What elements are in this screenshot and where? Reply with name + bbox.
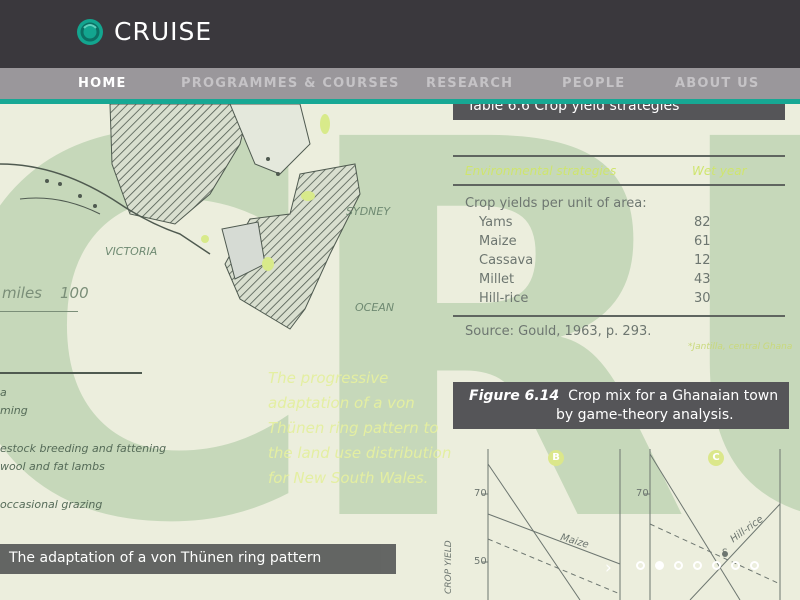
- table-source: Source: Gould, 1963, p. 293.: [465, 324, 652, 339]
- table-title-bar: Table 6.6 Crop yield strategies: [453, 104, 785, 120]
- table-row-crop: Hill-rice: [479, 291, 529, 306]
- table-title: Table 6.6 Crop yield strategies: [467, 104, 680, 114]
- table-row-crop: Yams: [479, 215, 513, 230]
- table-row-value: 43: [694, 272, 711, 287]
- legend-item: occasional grazing: [0, 498, 103, 511]
- table-row-value: 30: [694, 291, 711, 306]
- slider-dot[interactable]: [712, 561, 721, 570]
- nav-programmes-courses[interactable]: PROGRAMMES & COURSES: [181, 68, 400, 99]
- legend-item: wool and fat lambs: [0, 460, 105, 473]
- table-row-crop: Maize: [479, 234, 517, 249]
- graph-point-label: S: [722, 548, 728, 558]
- table-rule: [453, 315, 785, 317]
- scale-unit: miles: [2, 284, 42, 302]
- top-bar: CRUISE: [0, 0, 800, 68]
- graph-label-b: B: [548, 450, 564, 466]
- table-row-value: 12: [694, 253, 711, 268]
- figure-title-line1: Crop mix for a Ghanaian town: [568, 388, 779, 404]
- map-label-ocean: OCEAN: [355, 301, 395, 314]
- slider-dot[interactable]: [674, 561, 683, 570]
- main-nav: HOME PROGRAMMES & COURSES RESEARCH PEOPL…: [0, 68, 800, 99]
- slider-dot[interactable]: [693, 561, 702, 570]
- hero-slider: CRU VICTORIA SYDNEY OCEAN miles 100 a mi…: [0, 104, 800, 600]
- table-wet-header: Wet year: [692, 164, 747, 178]
- legend-item: estock breeding and fattening: [0, 442, 167, 455]
- slider-dot[interactable]: [636, 561, 645, 570]
- table-note: *Jantilla, central Ghana: [688, 342, 793, 352]
- table-env-header: Environmental strategies: [465, 164, 617, 178]
- scale-value: 100: [60, 284, 89, 302]
- slider-dot[interactable]: [750, 561, 759, 570]
- slider-pagination: [636, 561, 759, 570]
- table-subhead: Crop yields per unit of area:: [465, 196, 647, 211]
- nav-people[interactable]: PEOPLE: [562, 68, 625, 99]
- graph-ylabel: CROP YIELD: [444, 540, 454, 594]
- brand-logo[interactable]: CRUISE: [76, 17, 212, 46]
- table-rule: [453, 155, 785, 157]
- brand-name: CRUISE: [114, 17, 213, 46]
- slider-dot[interactable]: [731, 561, 740, 570]
- table-row-crop: Cassava: [479, 253, 534, 268]
- slider-dot-active[interactable]: [655, 561, 664, 570]
- progressive-caption: The progressive adaptation of a von Thün…: [268, 369, 452, 487]
- table-row-value: 61: [694, 234, 711, 249]
- graph-tick: 70: [636, 488, 649, 499]
- table-rule: [453, 184, 785, 186]
- figure-caption-box: Figure 6.14 Crop mix for a Ghanaian town…: [453, 382, 789, 429]
- figure-line1: Figure 6.14 Crop mix for a Ghanaian town: [469, 388, 778, 404]
- nav-research[interactable]: RESEARCH: [426, 68, 513, 99]
- map-label-victoria: VICTORIA: [105, 245, 158, 258]
- figure-label: Figure 6.14: [469, 388, 560, 404]
- legend-rule: [0, 372, 142, 374]
- chevron-right-icon[interactable]: ›: [605, 558, 612, 578]
- slide-caption: The adaptation of a von Thünen ring patt…: [9, 550, 322, 566]
- graph-tick: 50: [474, 556, 487, 567]
- legend-item: a: [0, 386, 7, 399]
- table-row-value: 82: [694, 215, 711, 230]
- map-label-sydney: SYDNEY: [346, 205, 391, 218]
- graph-tick: 70: [474, 488, 487, 499]
- nav-home[interactable]: HOME: [78, 68, 127, 99]
- slide-caption-bar[interactable]: The adaptation of a von Thünen ring patt…: [0, 544, 396, 574]
- nav-about-us[interactable]: ABOUT US: [675, 68, 760, 99]
- figure-title-line2: by game-theory analysis.: [556, 407, 734, 423]
- legend-item: ming: [0, 404, 28, 417]
- graph-label-c: C: [708, 450, 724, 466]
- scale-bar: [0, 311, 78, 312]
- cruise-logo-icon: [77, 18, 103, 45]
- table-row-crop: Millet: [479, 272, 515, 287]
